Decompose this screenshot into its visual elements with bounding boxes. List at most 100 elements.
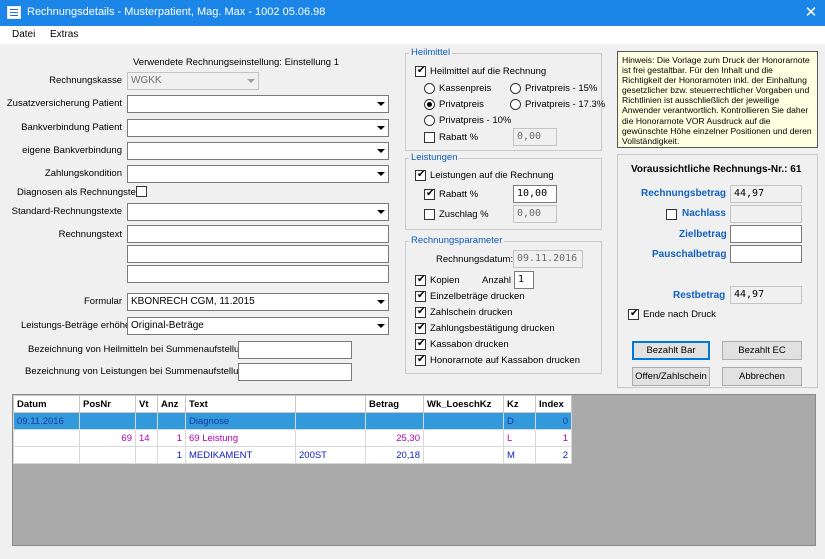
cell-betrag: 20,18 (365, 446, 424, 464)
leistungen-rabatt-input[interactable]: 10,00 (513, 185, 557, 203)
cell-kz: L (503, 429, 536, 447)
rechnungstext-line-3[interactable] (127, 265, 389, 283)
diagnosen-checkbox[interactable] (136, 186, 147, 197)
standard-texte-label: Standard-Rechnungstexte (11, 206, 122, 217)
pauschalbetrag-input[interactable] (730, 245, 802, 263)
heilmittel-title: Heilmittel (409, 47, 453, 58)
cell-vt (135, 446, 158, 464)
col-text[interactable]: Text (185, 395, 296, 413)
bez-heilmittel-input[interactable] (238, 341, 352, 359)
leistungen-rabatt-label: Rabatt % (439, 189, 479, 200)
chevron-down-icon (376, 123, 386, 133)
kassabon-label: Kassabon drucken (430, 339, 509, 350)
cell-wk-loeschkz (423, 412, 504, 430)
chevron-down-icon (376, 321, 386, 331)
bank-patient-label: Bankverbindung Patient (21, 122, 122, 133)
cell-wk-loeschkz (423, 429, 504, 447)
einzelbetraege-checkbox[interactable] (415, 290, 426, 302)
leistungen-auf-rechnung-label: Leistungen auf die Rechnung (430, 170, 554, 181)
privatpreis-10-label: Privatpreis - 10% (439, 115, 512, 126)
bezahlt-bar-button[interactable]: Bezahlt Bar (632, 341, 710, 360)
rechnungstext-line-2[interactable] (127, 245, 389, 263)
zielbetrag-input[interactable] (730, 225, 802, 243)
offen-zahlschein-button[interactable]: Offen/Zahlschein (632, 367, 710, 386)
nachlass-input (730, 205, 802, 223)
positions-grid[interactable]: Datum PosNr Vt Anz Text Betrag Wk_Loesch… (12, 394, 816, 546)
radio-privatpreis[interactable] (424, 99, 435, 110)
abbrechen-button[interactable]: Abbrechen (722, 367, 802, 386)
zahlungskondition-select[interactable] (127, 165, 389, 183)
col-betrag[interactable]: Betrag (365, 395, 424, 413)
bez-leistungen-input[interactable] (238, 363, 352, 381)
radio-kassenpreis[interactable] (424, 83, 435, 94)
ende-checkbox[interactable] (628, 308, 639, 320)
anzahl-input[interactable]: 1 (514, 271, 534, 289)
settings-heading: Verwendete Rechnungseinstellung: Einstel… (133, 57, 339, 68)
rechnungsdatum-input: 09.11.2016 (513, 250, 583, 268)
honorarnote-checkbox[interactable] (415, 354, 426, 366)
cell-kz: M (503, 446, 536, 464)
einzelbetraege-label: Einzelbeträge drucken (430, 291, 525, 302)
zahlungsbestaetigung-checkbox[interactable] (415, 322, 426, 334)
cell-anz: 1 (157, 446, 186, 464)
radio-privatpreis-15[interactable] (510, 83, 521, 94)
cell-anz (157, 412, 186, 430)
zuschlag-checkbox[interactable] (424, 209, 435, 220)
table-row[interactable]: 69 14 1 69 Leistung 25,30 L 1 (13, 429, 572, 447)
privatpreis-label: Privatpreis (439, 99, 484, 110)
heilmittel-rabatt-checkbox[interactable] (424, 132, 435, 143)
rechnungsdatum-label: Rechnungsdatum: (436, 254, 514, 265)
cell-text-extra: 200ST (295, 446, 366, 464)
cell-posnr (79, 446, 136, 464)
cell-index: 2 (535, 446, 572, 464)
kopien-checkbox[interactable] (415, 274, 426, 286)
chevron-down-icon (376, 207, 386, 217)
table-row[interactable]: 1 MEDIKAMENT 200ST 20,18 M 2 (13, 446, 572, 464)
radio-privatpreis-10[interactable] (424, 115, 435, 126)
cell-wk-loeschkz (423, 446, 504, 464)
cell-posnr: 69 (79, 429, 136, 447)
col-datum[interactable]: Datum (13, 395, 80, 413)
rechnungstext-label: Rechnungstext (58, 229, 122, 240)
bezahlt-ec-button[interactable]: Bezahlt EC (722, 341, 802, 360)
kopien-label: Kopien (430, 275, 460, 286)
app-icon (7, 6, 21, 19)
chevron-down-icon (376, 297, 386, 307)
col-index[interactable]: Index (535, 395, 572, 413)
radio-privatpreis-173[interactable] (510, 99, 521, 110)
col-anz[interactable]: Anz (157, 395, 186, 413)
restbetrag-value: 44,97 (730, 286, 802, 304)
col-wk-loeschkz[interactable]: Wk_LoeschKz (423, 395, 504, 413)
formular-select[interactable]: KBONRECH CGM, 11.2015 (127, 293, 389, 311)
leistungen-checkbox[interactable] (415, 169, 426, 181)
bank-patient-select[interactable] (127, 119, 389, 137)
standard-texte-select[interactable] (127, 203, 389, 221)
chevron-down-icon (376, 99, 386, 109)
cell-anz: 1 (157, 429, 186, 447)
menu-bar: Datei Extras (0, 26, 825, 44)
parameter-title: Rechnungsparameter (409, 235, 505, 246)
close-icon[interactable]: ✕ (800, 2, 822, 24)
privatpreis-173-label: Privatpreis - 17.3% (525, 99, 606, 110)
col-vt[interactable]: Vt (135, 395, 158, 413)
rechnungstext-line-1[interactable] (127, 225, 389, 243)
rechnungsbetrag-label: Rechnungsbetrag (641, 188, 727, 199)
menu-extras[interactable]: Extras (50, 29, 78, 40)
zusatz-select[interactable] (127, 95, 389, 113)
zahlschein-checkbox[interactable] (415, 306, 426, 318)
col-text-extra[interactable] (295, 395, 366, 413)
leistungen-rabatt-checkbox[interactable] (424, 188, 435, 200)
kassabon-checkbox[interactable] (415, 338, 426, 350)
nachlass-checkbox[interactable] (666, 209, 677, 220)
col-posnr[interactable]: PosNr (79, 395, 136, 413)
col-kz[interactable]: Kz (503, 395, 536, 413)
kassenpreis-label: Kassenpreis (439, 83, 492, 94)
zielbetrag-label: Zielbetrag (679, 229, 727, 240)
bank-eigene-select[interactable] (127, 142, 389, 160)
leistungs-select[interactable]: Original-Beträge (127, 317, 389, 335)
cell-datum (13, 429, 80, 447)
table-row[interactable]: 09.11.2016 Diagnose D 0 (13, 412, 572, 430)
menu-datei[interactable]: Datei (12, 29, 35, 40)
cell-vt (135, 412, 158, 430)
heilmittel-checkbox[interactable] (415, 65, 426, 77)
